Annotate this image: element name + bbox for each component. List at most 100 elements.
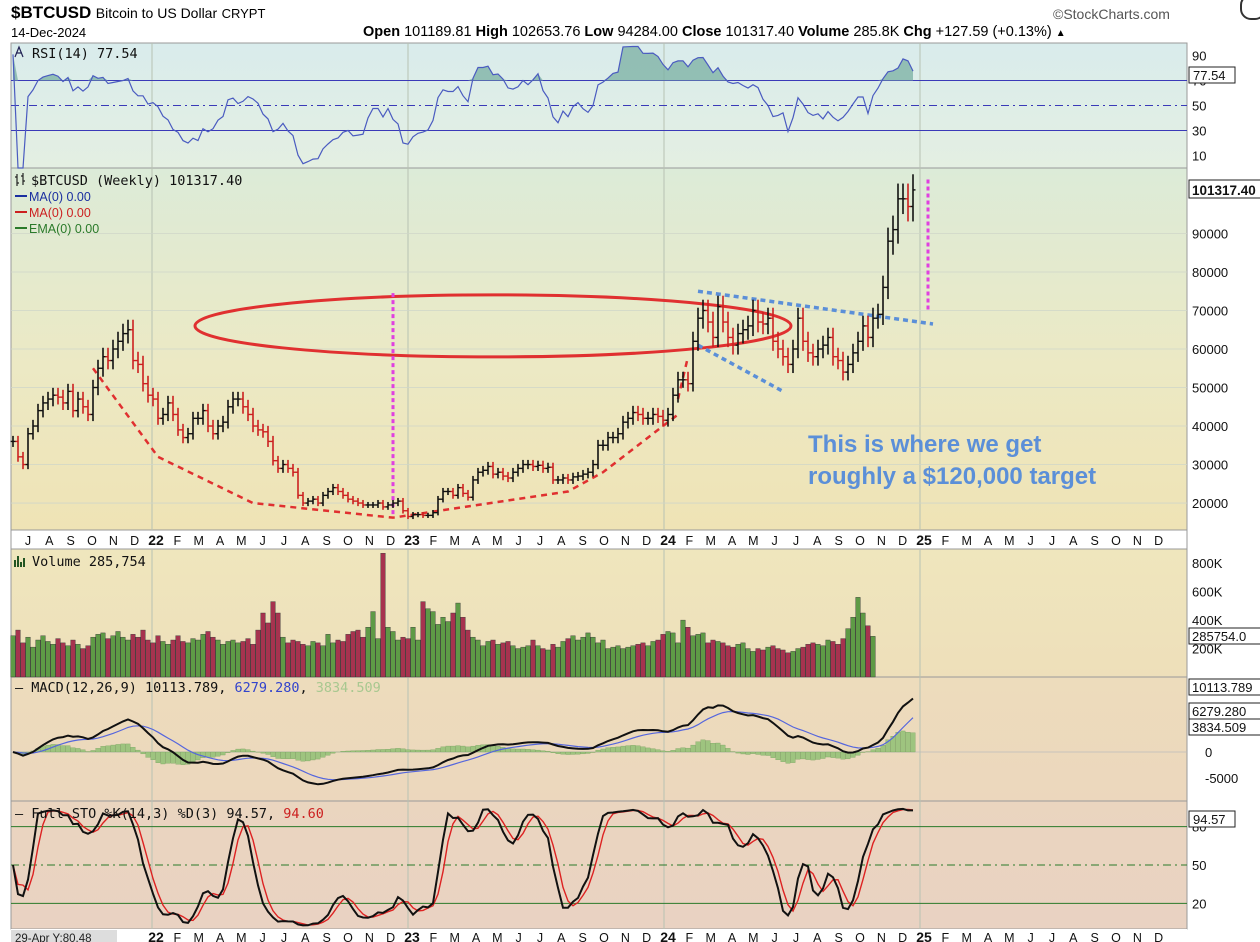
volume-bar <box>435 624 441 678</box>
volume-bar <box>590 636 596 678</box>
x-tick: A <box>1069 534 1078 548</box>
macd-hist-value: 3834.509 <box>1192 720 1246 735</box>
volume-bar <box>330 642 336 678</box>
macd-hist-bar <box>735 751 741 754</box>
x-tick-bottom: O <box>599 931 609 942</box>
x-tick: M <box>705 534 715 548</box>
x-tick-bottom: M <box>449 931 459 942</box>
volume-bar <box>580 636 586 678</box>
macd-tick: -5000 <box>1205 771 1238 786</box>
volume-bar <box>375 638 381 678</box>
volume-bar <box>135 636 141 678</box>
macd-hist-bar <box>235 748 241 753</box>
x-tick-bottom: J <box>1028 931 1034 942</box>
macd-hist-bar <box>165 751 171 764</box>
x-tick-bottom: A <box>728 931 737 942</box>
x-tick-bottom: J <box>537 931 543 942</box>
macd-hist-bar <box>430 749 436 753</box>
x-tick: J <box>281 534 287 548</box>
macd-label-hist: 3834.509 <box>316 680 381 696</box>
macd-hist-bar <box>370 749 376 753</box>
volume-bar <box>810 642 816 678</box>
macd-hist-bar <box>825 751 831 758</box>
macd-hist-bar <box>645 747 651 753</box>
volume-bar <box>250 644 256 678</box>
macd-hist-bar <box>790 751 796 763</box>
macd-hist-bar <box>705 740 711 753</box>
volume-bar <box>150 642 156 678</box>
volume-bar <box>505 641 511 678</box>
x-tick-bottom: S <box>322 931 330 942</box>
volume-bar <box>100 632 106 678</box>
x-tick-bottom: O <box>343 931 353 942</box>
volume-bar <box>695 634 701 678</box>
sto-label: — Full STO %K(14,3) %D(3) 94.57, 94.60 <box>15 806 324 822</box>
volume-bar <box>225 641 231 678</box>
volume-bar <box>720 642 726 678</box>
volume-bar <box>560 641 566 678</box>
volume-bar <box>800 646 806 678</box>
x-tick-bottom: M <box>748 931 758 942</box>
macd-hist-bar <box>530 749 536 753</box>
x-tick: D <box>386 534 395 548</box>
x-tick: N <box>1133 534 1142 548</box>
x-tick: O <box>1111 534 1121 548</box>
volume-bar <box>565 638 571 678</box>
macd-current-value: 10113.789 <box>1192 680 1253 695</box>
price-label: $BTCUSD (Weekly) 101317.40 <box>31 173 242 189</box>
macd-hist-bar <box>305 751 311 762</box>
volume-bar <box>240 641 246 678</box>
macd-hist-bar <box>145 751 151 758</box>
macd-hist-bar <box>140 751 146 755</box>
macd-hist-bar <box>615 746 621 753</box>
x-tick: J <box>260 534 266 548</box>
price-tick: 60000 <box>1192 342 1228 357</box>
macd-hist-bar <box>695 741 701 753</box>
volume-bar <box>515 648 521 678</box>
volume-bar <box>710 639 716 678</box>
macd-hist-bar <box>155 751 161 763</box>
volume-bar <box>620 648 626 678</box>
x-tick-bottom: D <box>898 931 907 942</box>
macd-hist-bar <box>905 731 911 753</box>
volume-bar <box>500 642 506 678</box>
x-tick-bottom: 24 <box>660 929 676 942</box>
volume-bar <box>20 642 26 678</box>
macd-hist-bar <box>520 748 526 753</box>
volume-bar <box>680 619 686 678</box>
volume-bar <box>825 639 831 678</box>
macd-hist-bar <box>340 751 346 753</box>
volume-bar <box>75 644 81 678</box>
macd-hist-bar <box>450 745 456 753</box>
x-tick: A <box>557 534 566 548</box>
volume-bar <box>585 632 591 678</box>
x-tick-bottom: S <box>1090 931 1098 942</box>
macd-hist-bar <box>380 749 386 753</box>
x-tick-bottom: F <box>942 931 950 942</box>
macd-hist-bar <box>245 749 251 753</box>
macd-hist-bar <box>455 745 461 753</box>
volume-bar <box>385 627 391 678</box>
volume-bar <box>755 648 761 678</box>
volume-bar <box>860 612 866 678</box>
volume-bar <box>595 642 601 678</box>
volume-bar <box>210 636 216 678</box>
volume-bar <box>80 648 86 678</box>
price-tick: 90000 <box>1192 226 1228 241</box>
macd-hist-bar <box>620 745 626 753</box>
volume-bar <box>300 644 306 678</box>
x-tick: 23 <box>404 532 420 548</box>
volume-bar <box>360 636 366 678</box>
volume-bar <box>415 639 421 678</box>
x-tick-bottom: M <box>193 931 203 942</box>
volume-bar <box>25 636 31 678</box>
volume-bar <box>335 639 341 678</box>
volume-bar <box>760 649 766 678</box>
macd-hist-bar <box>465 746 471 753</box>
macd-hist-bar <box>150 751 156 760</box>
macd-hist-bar <box>160 751 166 765</box>
macd-label-signal: 6279.280 <box>234 680 299 696</box>
price-tick: 50000 <box>1192 381 1228 396</box>
volume-bar <box>640 642 646 678</box>
volume-bar <box>430 611 436 678</box>
